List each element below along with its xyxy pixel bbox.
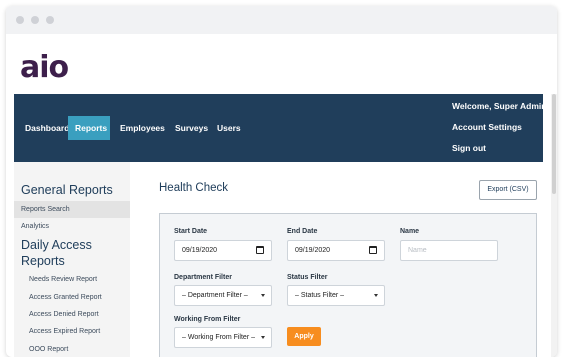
welcome-text: Welcome, Super Admin [452, 101, 547, 111]
sidebar-item-access-denied[interactable]: Access Denied Report [29, 308, 99, 322]
sign-out-link[interactable]: Sign out [452, 143, 486, 153]
sidebar-item-access-expired[interactable]: Access Expired Report [29, 325, 100, 339]
working-from-filter-select[interactable]: – Working From Filter – [174, 327, 272, 348]
end-date-value: 09/19/2020 [295, 247, 331, 254]
status-filter-value: – Status Filter – [295, 292, 345, 299]
brand-header: aio [6, 34, 557, 94]
account-settings-link[interactable]: Account Settings [452, 122, 522, 132]
main-content: Health Check Export (CSV) Start Date 09/… [130, 162, 543, 357]
working-from-filter-label: Working From Filter [174, 316, 241, 323]
status-filter-label: Status Filter [287, 274, 328, 281]
end-date-label: End Date [287, 228, 318, 235]
sidebar-item-needs-review[interactable]: Needs Review Report [29, 273, 97, 287]
window-control-minimize[interactable] [31, 16, 39, 24]
sidebar-item-reports-search[interactable]: Reports Search [14, 201, 130, 218]
start-date-input[interactable]: 09/19/2020 [174, 240, 272, 261]
department-filter-value: – Department Filter – [182, 292, 248, 299]
working-from-filter-value: – Working From Filter – [182, 334, 255, 341]
name-label: Name [400, 228, 420, 235]
apply-button[interactable]: Apply [287, 327, 321, 346]
name-input[interactable]: Name [400, 240, 498, 261]
aio-logo[interactable]: aio [20, 50, 69, 86]
sidebar-heading-daily-line1: Daily Access [21, 238, 92, 252]
sidebar-heading-general: General Reports [21, 183, 113, 197]
start-date-label: Start Date [174, 228, 208, 235]
name-placeholder: Name [408, 247, 427, 254]
nav-employees[interactable]: Employees [113, 116, 172, 140]
sidebar-item-access-granted[interactable]: Access Granted Report [29, 291, 102, 305]
nav-users[interactable]: Users [210, 116, 248, 140]
filter-panel: Start Date 09/19/2020 End Date 09/19/202… [159, 213, 537, 357]
scrollbar-thumb[interactable] [552, 94, 556, 194]
sidebar: General Reports Reports Search Analytics… [14, 162, 130, 357]
sidebar-item-ooo-report[interactable]: OOO Report [29, 343, 68, 357]
end-date-input[interactable]: 09/19/2020 [287, 240, 385, 261]
sidebar-heading-daily-line2: Reports [21, 254, 65, 268]
status-filter-select[interactable]: – Status Filter – [287, 285, 385, 306]
browser-window: aio Dashboard Reports Employees Surveys … [6, 6, 557, 357]
page-title: Health Check [159, 182, 229, 194]
calendar-icon[interactable] [369, 246, 377, 254]
window-control-maximize[interactable] [46, 16, 54, 24]
chevron-down-icon [261, 294, 265, 297]
sidebar-item-analytics[interactable]: Analytics [21, 220, 49, 234]
window-titlebar [6, 6, 557, 34]
window-control-close[interactable] [16, 16, 24, 24]
nav-reports[interactable]: Reports [68, 116, 110, 140]
chevron-down-icon [261, 336, 265, 339]
start-date-value: 09/19/2020 [182, 247, 218, 254]
main-navbar: Dashboard Reports Employees Surveys User… [14, 94, 547, 162]
calendar-icon[interactable] [256, 246, 264, 254]
nav-surveys[interactable]: Surveys [168, 116, 215, 140]
export-csv-button[interactable]: Export (CSV) [479, 180, 537, 200]
chevron-down-icon [374, 294, 378, 297]
department-filter-select[interactable]: – Department Filter – [174, 285, 272, 306]
page-scrollbar[interactable] [551, 94, 557, 357]
department-filter-label: Department Filter [174, 274, 232, 281]
